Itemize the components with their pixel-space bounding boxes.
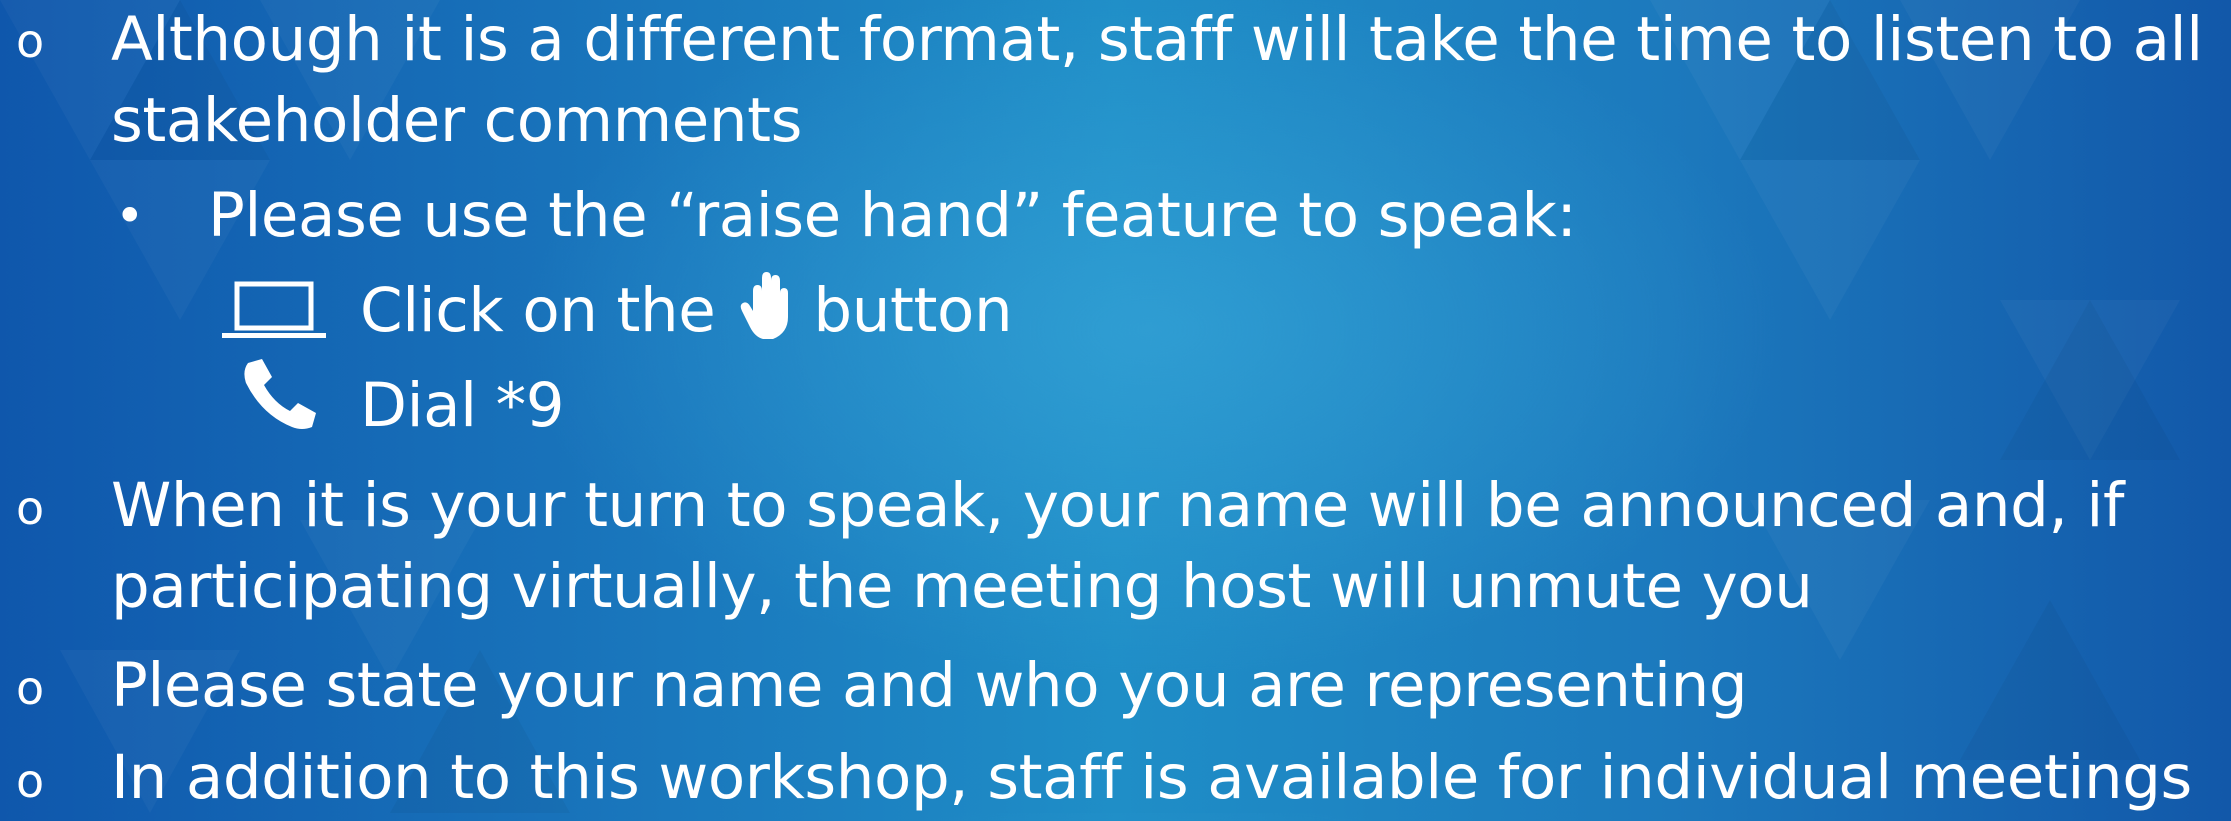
click-instruction: Click on the button: [360, 271, 1013, 351]
phone-icon: [244, 359, 316, 429]
circle-bullet: o: [16, 14, 45, 68]
circle-bullet: o: [16, 481, 45, 535]
laptop-icon: [222, 281, 326, 338]
bullet-1-line-2: stakeholder comments: [111, 85, 802, 156]
dial-instruction: Dial *9: [360, 370, 565, 441]
dot-bullet: •: [115, 187, 145, 245]
bullet-1-line-1: Although it is a different format, staff…: [111, 4, 2203, 75]
circle-bullet: o: [16, 754, 45, 808]
bullet-2-line-1: When it is your turn to speak, your name…: [111, 470, 2125, 541]
slide-content: o Although it is a different format, sta…: [0, 0, 2231, 813]
sub-bullet-raise-hand: Please use the “raise hand” feature to s…: [208, 180, 1577, 251]
click-text-before: Click on the: [360, 275, 716, 346]
raised-hand-icon: [741, 272, 789, 339]
bullet-4-line-1: In addition to this workshop, staff is a…: [111, 742, 2192, 813]
bullet-2-line-2: participating virtually, the meeting hos…: [111, 551, 1813, 622]
bullet-3-line-1: Please state your name and who you are r…: [111, 650, 1748, 721]
click-text-after: button: [813, 275, 1013, 346]
circle-bullet: o: [16, 661, 45, 715]
